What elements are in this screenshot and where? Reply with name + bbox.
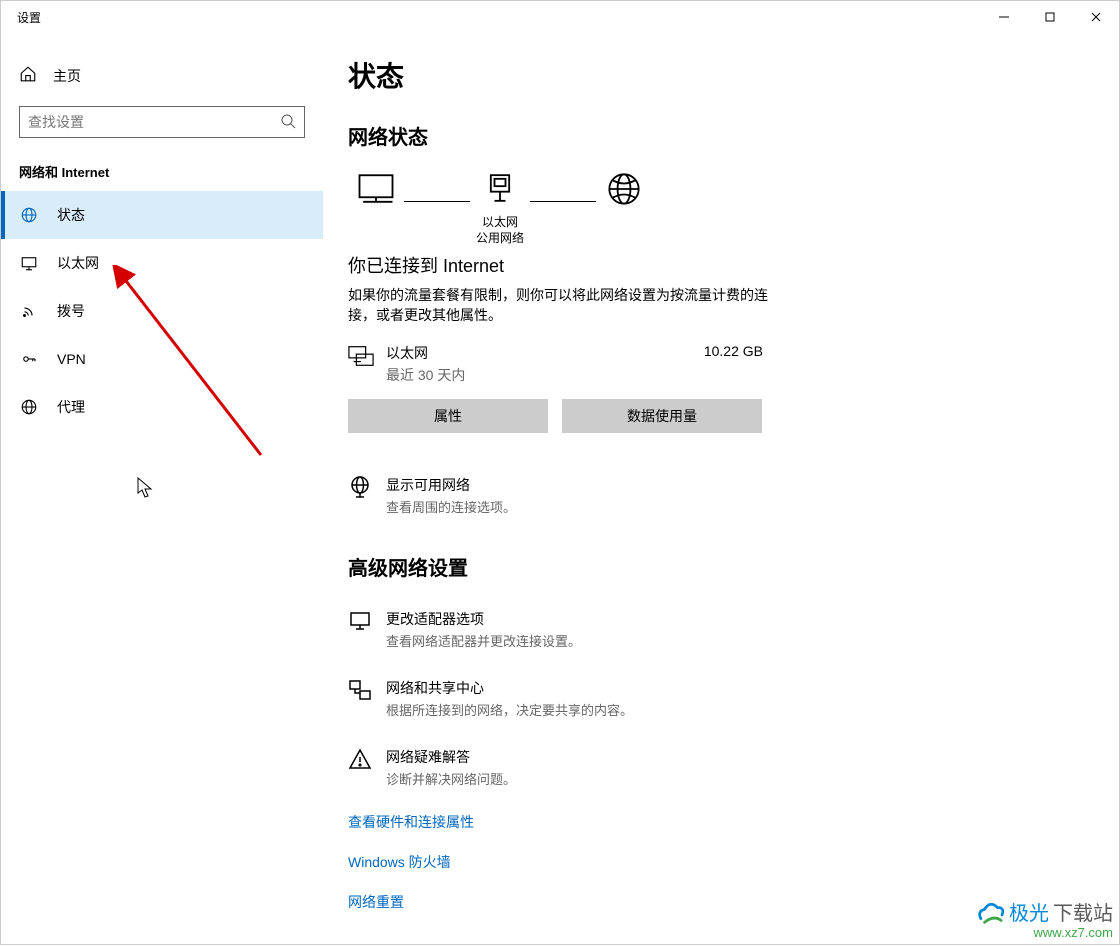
sharing-icon <box>348 678 372 707</box>
sidebar-item-label: 状态 <box>57 205 85 225</box>
button-row: 属性 数据使用量 <box>348 399 1079 433</box>
watermark-brand-primary: 极光 <box>1009 903 1049 925</box>
watermark-url: www.xz7.com <box>1009 926 1113 940</box>
watermark-brand-secondary: 下载站 <box>1053 903 1113 925</box>
titlebar: 设置 <box>1 1 1119 33</box>
page-title: 状态 <box>348 55 1079 95</box>
sharing-center-title: 网络和共享中心 <box>386 678 633 698</box>
home-label: 主页 <box>53 66 81 86</box>
network-status-heading: 网络状态 <box>348 121 1079 150</box>
proxy-icon <box>19 397 39 417</box>
adapter-options-title: 更改适配器选项 <box>386 609 581 629</box>
firewall-link[interactable]: Windows 防火墙 <box>348 852 1079 872</box>
sidebar-item-label: 代理 <box>57 397 85 417</box>
troubleshoot-option[interactable]: 网络疑难解答 诊断并解决网络问题。 <box>348 747 1079 788</box>
sidebar-item-vpn[interactable]: VPN <box>1 335 323 383</box>
adapter-options[interactable]: 更改适配器选项 查看网络适配器并更改连接设置。 <box>348 609 1079 650</box>
ethernet-icon <box>19 253 39 273</box>
vpn-icon <box>19 349 39 369</box>
ethernet-row: 以太网 最近 30 天内 10.22 GB <box>348 343 763 385</box>
sidebar-item-proxy[interactable]: 代理 <box>1 383 323 431</box>
minimize-button[interactable] <box>981 1 1027 33</box>
connected-description: 如果你的流量套餐有限制，则你可以将此网络设置为按流量计费的连接，或者更改其他属性… <box>348 286 778 325</box>
reset-link[interactable]: 网络重置 <box>348 892 1079 912</box>
sidebar-item-label: 以太网 <box>57 253 99 273</box>
ethernet-row-icon <box>348 345 376 372</box>
adapter-options-sub: 查看网络适配器并更改连接设置。 <box>386 631 581 650</box>
maximize-button[interactable] <box>1027 1 1073 33</box>
diagram-mid-sub: 公用网络 <box>476 231 524 247</box>
search-input[interactable]: 查找设置 <box>19 106 305 138</box>
close-button[interactable] <box>1073 1 1119 33</box>
sharing-center-option[interactable]: 网络和共享中心 根据所连接到的网络，决定要共享的内容。 <box>348 678 1079 719</box>
show-networks-sub: 查看周围的连接选项。 <box>386 497 516 516</box>
show-networks-option[interactable]: 显示可用网络 查看周围的连接选项。 <box>348 475 1079 516</box>
home-icon <box>19 65 37 86</box>
watermark: 极光下载站 www.xz7.com <box>977 902 1113 940</box>
globe-icon <box>602 169 646 246</box>
watermark-logo-icon <box>977 902 1005 926</box>
sidebar-item-label: VPN <box>57 351 86 367</box>
sidebar-section-label: 网络和 Internet <box>1 138 323 191</box>
sidebar: 主页 查找设置 网络和 Internet 状态 以太网 <box>1 33 323 946</box>
hardware-link[interactable]: 查看硬件和连接属性 <box>348 812 1079 832</box>
window-title: 设置 <box>17 9 41 26</box>
properties-button[interactable]: 属性 <box>348 399 548 433</box>
diagram-line <box>404 201 470 202</box>
home-nav[interactable]: 主页 <box>1 57 323 94</box>
window-controls <box>981 1 1119 33</box>
adapter-icon <box>348 609 372 638</box>
network-diagram: 以太网 公用网络 <box>354 168 1079 246</box>
search-icon <box>280 113 296 132</box>
connected-heading: 你已连接到 Internet <box>348 252 1079 278</box>
search-placeholder: 查找设置 <box>28 112 280 132</box>
ethernet-label: 以太网 <box>386 343 465 363</box>
app-body: 主页 查找设置 网络和 Internet 状态 以太网 <box>1 33 1119 946</box>
ethernet-device-icon: 以太网 公用网络 <box>476 168 524 246</box>
diagram-line <box>530 201 596 202</box>
warning-icon <box>348 747 372 776</box>
data-usage-button[interactable]: 数据使用量 <box>562 399 762 433</box>
sidebar-item-status[interactable]: 状态 <box>1 191 323 239</box>
diagram-mid-label: 以太网 <box>476 215 524 231</box>
sidebar-item-dialup[interactable]: 拨号 <box>1 287 323 335</box>
sidebar-item-label: 拨号 <box>57 301 85 321</box>
advanced-heading: 高级网络设置 <box>348 552 1079 581</box>
globe-small-icon <box>348 475 372 504</box>
computer-icon <box>354 169 398 246</box>
show-networks-title: 显示可用网络 <box>386 475 516 495</box>
ethernet-sub: 最近 30 天内 <box>386 365 465 385</box>
troubleshoot-title: 网络疑难解答 <box>386 747 516 767</box>
status-icon <box>19 205 39 225</box>
dialup-icon <box>19 301 39 321</box>
main-content: 状态 网络状态 以太网 公用网络 你已连接到 Internet 如果你 <box>323 33 1119 946</box>
troubleshoot-sub: 诊断并解决网络问题。 <box>386 769 516 788</box>
search-wrap: 查找设置 <box>1 94 323 138</box>
sidebar-item-ethernet[interactable]: 以太网 <box>1 239 323 287</box>
sharing-center-sub: 根据所连接到的网络，决定要共享的内容。 <box>386 700 633 719</box>
ethernet-usage-value: 10.22 GB <box>704 343 763 359</box>
